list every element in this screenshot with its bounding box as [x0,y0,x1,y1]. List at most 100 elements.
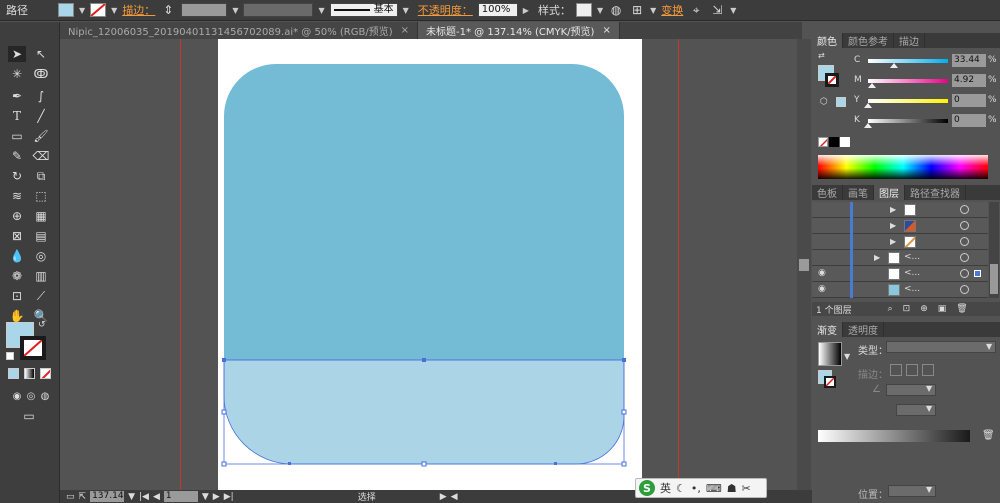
opacity-label[interactable]: 不透明度： [418,2,473,18]
target-circle-icon[interactable] [960,269,969,278]
rounded-shape-bottom[interactable] [223,359,625,465]
layer-row[interactable]: ▶ [812,202,988,218]
default-fill-stroke-icon[interactable] [6,352,14,360]
zoom-dropdown-icon[interactable]: ▼ [128,492,135,502]
layer-row[interactable]: ◉ <... [812,282,988,298]
vertical-scrollbar[interactable] [797,39,811,490]
stroke-across-icon[interactable] [922,364,934,376]
status-share-icon[interactable]: ⇱ [79,492,87,502]
stroke-along-icon[interactable] [906,364,918,376]
eyedropper-tool-icon[interactable]: 💧 [8,248,26,264]
status-icon[interactable]: ▭ [66,492,75,502]
skin-icon[interactable]: ☗ [727,482,737,495]
moon-icon[interactable]: ☾ [676,482,686,495]
stroke-color-box[interactable] [20,336,46,360]
arrange-icon[interactable]: ⇲ [709,2,725,18]
paintbrush-tool-icon[interactable]: 🖌 [32,128,50,144]
align-dropdown-icon[interactable]: ▼ [650,6,656,15]
tab-untitled-document[interactable]: 未标题-1* @ 137.14% (CMYK/预览) × [418,22,620,39]
channel-value-field[interactable]: 33.44 [952,54,986,67]
zoom-field[interactable]: 137.14 [90,491,125,502]
close-icon[interactable]: × [401,25,409,36]
gradient-mode-icon[interactable] [24,368,35,379]
opacity-field[interactable]: 100% [477,3,518,17]
status-arrow-icon[interactable]: ▶ [440,492,447,502]
tab-color-guide[interactable]: 颜色参考 [843,33,894,48]
tab-transparency[interactable]: 透明度 [843,322,884,337]
none-mode-icon[interactable] [40,368,51,379]
artboard-number-field[interactable]: 1 [163,491,198,502]
selected-art-indicator[interactable] [974,270,981,277]
channel-value-field[interactable]: 0 [952,114,986,127]
artboard-dropdown-icon[interactable]: ▼ [202,492,209,502]
expand-arrow-icon[interactable]: ▶ [874,253,880,262]
stroke-none-swatch[interactable] [90,3,107,17]
white-color-chip[interactable] [840,137,850,147]
arrange-dropdown-icon[interactable]: ▼ [730,6,736,15]
canvas-area[interactable] [60,39,802,490]
brush-dropdown-icon[interactable]: ▼ [403,6,409,15]
tab-swatches[interactable]: 色板 [812,185,843,200]
stroke-weight-field[interactable] [181,3,228,17]
delete-layer-icon[interactable]: 🗑 [956,304,967,314]
shape-builder-tool-icon[interactable]: ⊕ [8,208,26,224]
aspect-dropdown-icon[interactable]: ▼ [926,404,932,413]
opacity-arrow-icon[interactable]: ▶ [523,6,529,15]
layer-row[interactable]: ▶ [812,218,988,234]
slider-track[interactable] [868,79,948,83]
keyboard-icon[interactable]: ⌨ [706,482,722,495]
pen-tool-icon[interactable]: ✒ [8,88,26,104]
align-icon[interactable]: ⊞ [629,2,645,18]
expand-arrow-icon[interactable]: ▶ [890,205,896,214]
fill-dropdown-icon[interactable]: ▼ [79,6,85,15]
tab-nipic-document[interactable]: Nipic_12006035_20190401131456702089.ai* … [60,22,418,39]
new-layer-icon[interactable]: ▣ [938,304,947,314]
last-artboard-icon[interactable]: ▶| [224,492,234,502]
stroke-weight-stepper-icon[interactable]: ⇕ [160,2,176,18]
slider-knob[interactable] [864,123,872,128]
column-graph-tool-icon[interactable]: ▥ [32,268,50,284]
free-transform-tool-icon[interactable]: ⬚ [32,188,50,204]
tab-layers[interactable]: 图层 [874,185,905,200]
gradient-type-select[interactable] [886,341,996,353]
ime-toolbar[interactable]: S 英 ☾ •, ⌨ ☗ ✂ [635,478,767,498]
style-swatch[interactable] [575,3,592,17]
delete-stop-icon[interactable]: 🗑 [982,430,995,441]
rounded-shape-top[interactable] [224,64,624,360]
magic-wand-tool-icon[interactable]: ✳ [8,66,26,82]
none-color-chip[interactable] [818,137,828,147]
selection-tool-icon[interactable]: ➤ [8,46,26,62]
locate-object-icon[interactable]: ⌕ [888,304,893,314]
position-dropdown-icon[interactable]: ▼ [926,485,932,494]
gradient-stroke-box[interactable] [824,376,836,388]
target-circle-icon[interactable] [960,285,969,294]
sogou-logo[interactable]: S [639,480,655,496]
tab-brushes[interactable]: 画笔 [843,185,874,200]
slider-track[interactable] [868,99,948,103]
eraser-tool-icon[interactable]: ⌫ [32,148,50,164]
channel-value-field[interactable]: 4.92 [952,74,986,87]
artwork-svg[interactable] [218,39,642,490]
black-color-chip[interactable] [829,137,839,147]
target-circle-icon[interactable] [960,221,969,230]
screen-mode-icon[interactable]: ▭ [20,408,38,424]
stroke-within-icon[interactable] [890,364,902,376]
blend-tool-icon[interactable]: ◎ [32,248,50,264]
fill-swatch[interactable] [58,3,74,17]
isolate-icon[interactable]: ⌖ [688,2,704,18]
swap-fill-stroke-icon[interactable]: ↺ [38,320,46,330]
first-artboard-icon[interactable]: |◀ [139,492,149,502]
width-tool-icon[interactable]: ≋ [8,188,26,204]
eye-icon[interactable]: ◉ [818,268,826,278]
symbol-sprayer-tool-icon[interactable]: ❁ [8,268,26,284]
black-slider[interactable]: K 0 % [812,113,1000,133]
channel-value-field[interactable]: 0 [952,94,986,107]
gradient-preview-dropdown-icon[interactable]: ▼ [844,352,850,361]
tab-gradient[interactable]: 渐变 [812,322,843,337]
layer-row[interactable]: ▶ <... [812,250,988,266]
artboard-tool-icon[interactable]: ⊡ [8,288,26,304]
transform-label[interactable]: 变换 [661,2,683,18]
style-dropdown-icon[interactable]: ▼ [597,6,603,15]
layers-scroll-thumb[interactable] [990,264,998,294]
target-circle-icon[interactable] [960,253,969,262]
